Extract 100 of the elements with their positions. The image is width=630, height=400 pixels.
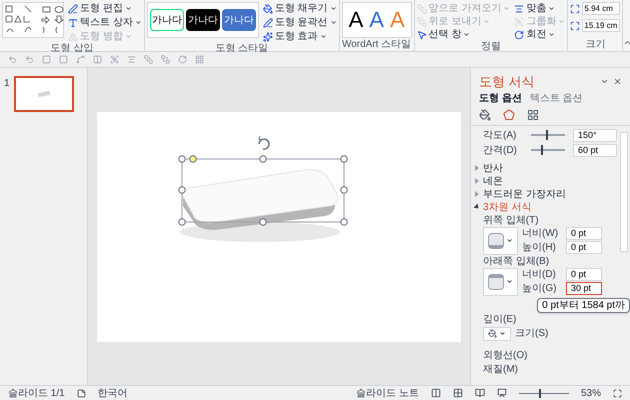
fill-icon[interactable] xyxy=(479,108,491,120)
zoom-percent: 53% xyxy=(580,386,601,400)
caret-icon xyxy=(503,5,510,12)
expanded-triangle-icon xyxy=(473,203,481,211)
style-swatch[interactable]: 가나다 xyxy=(186,9,220,31)
pane-title: 도형 서식 xyxy=(479,73,535,91)
command-icon xyxy=(514,4,524,14)
scrollbar[interactable] xyxy=(620,132,628,252)
pane-tab[interactable]: 도형 옵션 xyxy=(479,92,522,104)
section-title: 반사 xyxy=(483,162,503,176)
notes-button[interactable]: 슬라이드 노트 xyxy=(356,386,419,400)
wordart-style[interactable]: A xyxy=(369,9,384,31)
slideshow-icon[interactable] xyxy=(496,388,507,398)
field-label: 간격(D) xyxy=(483,144,518,158)
collapsed-triangle-icon xyxy=(475,178,479,184)
spin-field[interactable]: 0 pt xyxy=(566,268,602,281)
slider-thumb[interactable] xyxy=(541,145,544,155)
size-field[interactable]: 5.94 cm xyxy=(582,2,620,15)
sorter-view-icon[interactable] xyxy=(452,388,463,398)
field-label: 크기(S) xyxy=(515,327,548,341)
bevel-preview-icon xyxy=(488,274,504,290)
command-icon xyxy=(416,30,427,40)
size-field[interactable]: 15.19 cm xyxy=(582,19,620,32)
command-icon xyxy=(262,4,273,14)
group-label: 정렬 xyxy=(481,41,502,53)
pane-tab[interactable]: 텍스트 옵션 xyxy=(530,92,583,104)
ribbon-command[interactable]: 도형 편집 xyxy=(68,2,142,15)
size-icon xyxy=(570,4,580,14)
section-header[interactable]: 반사 xyxy=(471,162,618,174)
command-icon xyxy=(416,16,427,26)
field-label: 외형선(O) xyxy=(483,350,528,360)
slide-number: 1 xyxy=(4,77,10,91)
spin-field[interactable]: 0 pt xyxy=(566,227,602,240)
spin-field[interactable]: 30 pt xyxy=(566,282,602,295)
command-icon xyxy=(514,16,524,26)
fill-color-icon xyxy=(488,329,497,338)
slide-count: 슬라이드 1/1 xyxy=(8,386,65,400)
caret-icon xyxy=(506,278,513,285)
size-icon xyxy=(570,20,580,30)
caret-icon xyxy=(499,330,506,337)
ribbon-command[interactable]: 텍스트 상자 xyxy=(68,16,142,29)
field-label: 깊이(E) xyxy=(483,312,518,326)
group-label: 크기 xyxy=(585,39,606,51)
wordart-style[interactable]: A xyxy=(348,9,364,31)
command-icon xyxy=(262,32,273,42)
field-label: 너비(W) xyxy=(522,227,560,240)
size-icon[interactable] xyxy=(527,108,539,120)
command-icon xyxy=(514,30,524,40)
ribbon-command[interactable]: 도형 채우기 xyxy=(262,2,337,15)
spin-field[interactable]: 150° xyxy=(573,128,617,142)
fit-slide-icon[interactable] xyxy=(613,388,622,398)
slider-thumb[interactable] xyxy=(546,130,548,140)
field-label: 높이(G) xyxy=(522,282,558,295)
field-label: 재질(M) xyxy=(483,364,518,374)
command-icon xyxy=(262,18,273,28)
field-label: 너비(D) xyxy=(522,268,557,281)
field-label: 각도(A) xyxy=(483,128,518,142)
command-icon xyxy=(416,4,427,14)
ribbon-command[interactable]: 도형 효과 xyxy=(262,30,337,43)
slide-thumbnail[interactable] xyxy=(14,76,74,112)
section-title: 3차원 서식 xyxy=(483,200,532,214)
bevel-preview-icon xyxy=(488,232,504,248)
command-icon xyxy=(68,4,78,14)
language: 한국어 xyxy=(98,386,128,400)
reading-view-icon[interactable] xyxy=(474,388,485,398)
ribbon-command[interactable]: 선택 창 xyxy=(416,28,510,41)
ribbon-command[interactable]: 회전 xyxy=(514,28,566,41)
collapsed-triangle-icon xyxy=(475,191,479,197)
shape-gallery[interactable] xyxy=(2,2,64,38)
collapsed-triangle-icon xyxy=(475,165,479,171)
command-icon xyxy=(68,18,78,28)
caret-icon xyxy=(463,31,470,38)
group-label: WordArt 스타일 xyxy=(342,39,412,51)
spin-field[interactable]: 60 pt xyxy=(573,144,617,156)
section-header[interactable]: 부드러운 가장자리 xyxy=(471,188,618,200)
bevel-picker[interactable] xyxy=(483,268,518,296)
spin-field[interactable]: 0 pt xyxy=(566,241,602,254)
section-title: 부드러운 가장자리 xyxy=(483,188,566,202)
command-icon xyxy=(68,32,78,42)
shapes-drawing xyxy=(5,5,67,35)
normal-view-icon[interactable] xyxy=(430,388,441,398)
group-label: 도형 스타일 xyxy=(215,43,268,55)
section-title: 네온 xyxy=(483,174,503,188)
ribbon-command[interactable]: 도형 윤곽선 xyxy=(262,16,337,29)
caret-icon xyxy=(506,237,513,244)
ribbon-command[interactable]: 맞춤 xyxy=(514,2,566,15)
effects-icon[interactable] xyxy=(503,108,515,120)
caret-icon xyxy=(483,18,490,25)
zoom-thumb[interactable] xyxy=(538,388,541,398)
style-swatch[interactable]: 가나다 xyxy=(222,9,256,31)
group-label: 도형 삽입 xyxy=(50,43,94,55)
style-swatch[interactable]: 가나다 xyxy=(150,9,184,31)
section-header[interactable]: 3차원 서식 xyxy=(471,200,618,214)
color-picker[interactable] xyxy=(483,326,511,340)
field-label: 위쪽 입체(T) xyxy=(483,214,540,226)
shape-preview-icon xyxy=(37,90,50,98)
collapse-ribbon-icon[interactable] xyxy=(623,38,630,47)
close-icon[interactable] xyxy=(613,77,622,86)
section-header[interactable]: 네온 xyxy=(471,174,618,188)
bevel-picker[interactable] xyxy=(483,226,518,254)
